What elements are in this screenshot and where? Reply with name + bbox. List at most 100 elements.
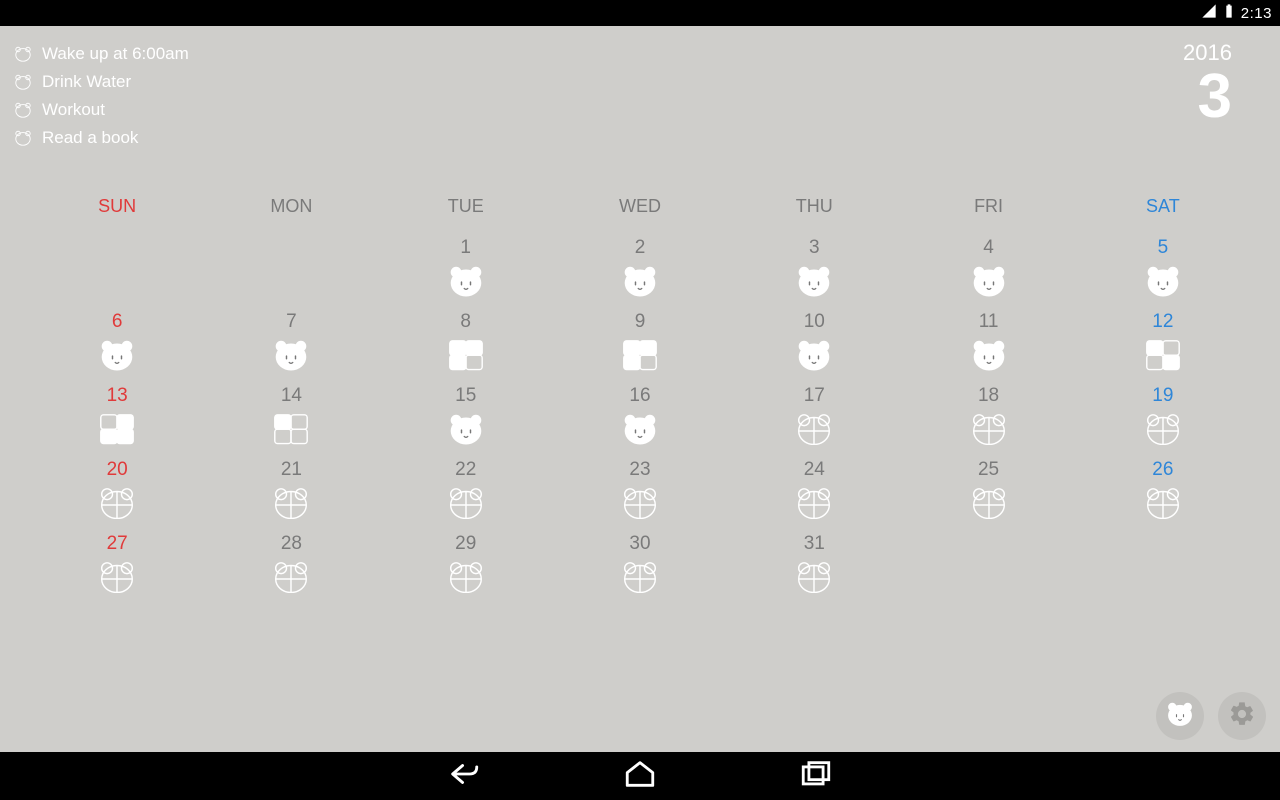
day-cell[interactable]: 24	[727, 455, 901, 529]
day-cell[interactable]: 30	[553, 529, 727, 603]
day-cell[interactable]: 17	[727, 381, 901, 455]
day-number: 14	[281, 385, 302, 407]
progress-quad-icon	[99, 413, 135, 445]
day-number: 22	[455, 459, 476, 481]
bear-icon	[971, 339, 1007, 371]
day-number: 19	[1152, 385, 1173, 407]
task-item[interactable]: Read a book	[14, 128, 189, 148]
habit-calendar-app: Wake up at 6:00am Drink Water Workout Re…	[0, 26, 1280, 752]
dow-row: SUN MON TUE WED THU FRI SAT	[30, 196, 1250, 233]
dow-sat: SAT	[1076, 196, 1250, 233]
day-cell[interactable]: 27	[30, 529, 204, 603]
bear-icon	[14, 73, 32, 91]
task-item[interactable]: Drink Water	[14, 72, 189, 92]
day-cell[interactable]: 31	[727, 529, 901, 603]
bear-outline-icon	[622, 487, 658, 519]
week-row: 20 21 22 23 24 25 26	[30, 455, 1250, 529]
bear-icon	[796, 265, 832, 297]
bear-icon	[14, 129, 32, 147]
week-row: 13 14 15 16 17 18 19	[30, 381, 1250, 455]
settings-fab[interactable]	[1218, 692, 1266, 740]
fab-container	[1156, 692, 1266, 740]
android-status-bar: 2:13	[0, 0, 1280, 26]
day-cell	[1076, 529, 1250, 603]
progress-quad-icon	[448, 339, 484, 371]
bear-outline-icon	[273, 487, 309, 519]
day-cell[interactable]: 4	[901, 233, 1075, 307]
day-cell[interactable]: 18	[901, 381, 1075, 455]
day-cell[interactable]: 21	[204, 455, 378, 529]
dow-mon: MON	[204, 196, 378, 233]
day-cell[interactable]: 29	[379, 529, 553, 603]
day-number: 13	[107, 385, 128, 407]
bear-outline-icon	[1145, 487, 1181, 519]
day-number: 21	[281, 459, 302, 481]
bear-outline-icon	[796, 561, 832, 593]
task-item[interactable]: Wake up at 6:00am	[14, 44, 189, 64]
bear-icon	[448, 413, 484, 445]
bear-icon	[971, 265, 1007, 297]
day-number: 11	[979, 311, 999, 333]
day-cell[interactable]: 23	[553, 455, 727, 529]
day-cell[interactable]: 19	[1076, 381, 1250, 455]
day-cell[interactable]: 5	[1076, 233, 1250, 307]
nav-home-button[interactable]	[617, 751, 663, 800]
day-number: 23	[629, 459, 650, 481]
nav-recent-button[interactable]	[793, 751, 839, 800]
day-cell[interactable]: 1	[379, 233, 553, 307]
calendar-grid: SUN MON TUE WED THU FRI SAT 123456789101…	[30, 196, 1250, 603]
day-number: 27	[107, 533, 128, 555]
day-cell[interactable]: 8	[379, 307, 553, 381]
gear-icon	[1228, 700, 1256, 733]
day-number: 16	[629, 385, 650, 407]
bear-outline-icon	[971, 413, 1007, 445]
day-number: 6	[112, 311, 123, 333]
battery-icon	[1221, 3, 1237, 23]
task-item[interactable]: Workout	[14, 100, 189, 120]
day-cell[interactable]: 20	[30, 455, 204, 529]
day-number: 18	[978, 385, 999, 407]
dow-wed: WED	[553, 196, 727, 233]
day-cell[interactable]: 13	[30, 381, 204, 455]
day-cell[interactable]: 6	[30, 307, 204, 381]
month-label: 3	[1183, 66, 1232, 128]
task-list: Wake up at 6:00am Drink Water Workout Re…	[14, 44, 189, 148]
day-number: 7	[286, 311, 297, 333]
day-number: 9	[635, 311, 646, 333]
progress-quad-icon	[1145, 339, 1181, 371]
bear-icon	[14, 45, 32, 63]
nav-back-button[interactable]	[441, 751, 487, 800]
day-number: 8	[460, 311, 471, 333]
day-cell[interactable]: 26	[1076, 455, 1250, 529]
bear-outline-icon	[99, 561, 135, 593]
day-cell[interactable]: 2	[553, 233, 727, 307]
bear-outline-icon	[622, 561, 658, 593]
day-cell[interactable]: 10	[727, 307, 901, 381]
day-number: 5	[1158, 237, 1169, 259]
day-number: 25	[978, 459, 999, 481]
task-label: Drink Water	[42, 72, 131, 92]
day-cell[interactable]: 11	[901, 307, 1075, 381]
day-number: 29	[455, 533, 476, 555]
day-cell[interactable]: 28	[204, 529, 378, 603]
year-month-header[interactable]: 2016 3	[1183, 40, 1232, 128]
day-cell[interactable]: 9	[553, 307, 727, 381]
day-cell[interactable]: 14	[204, 381, 378, 455]
day-cell	[204, 233, 378, 307]
day-cell[interactable]: 25	[901, 455, 1075, 529]
bear-icon	[622, 413, 658, 445]
day-cell[interactable]: 12	[1076, 307, 1250, 381]
day-number: 28	[281, 533, 302, 555]
bear-icon	[622, 265, 658, 297]
bear-icon	[1145, 265, 1181, 297]
day-cell	[30, 233, 204, 307]
day-cell[interactable]: 15	[379, 381, 553, 455]
day-cell[interactable]: 3	[727, 233, 901, 307]
today-fab[interactable]	[1156, 692, 1204, 740]
bear-icon	[796, 339, 832, 371]
day-cell[interactable]: 7	[204, 307, 378, 381]
android-nav-bar	[0, 752, 1280, 800]
day-number: 10	[804, 311, 825, 333]
day-cell[interactable]: 22	[379, 455, 553, 529]
day-cell[interactable]: 16	[553, 381, 727, 455]
